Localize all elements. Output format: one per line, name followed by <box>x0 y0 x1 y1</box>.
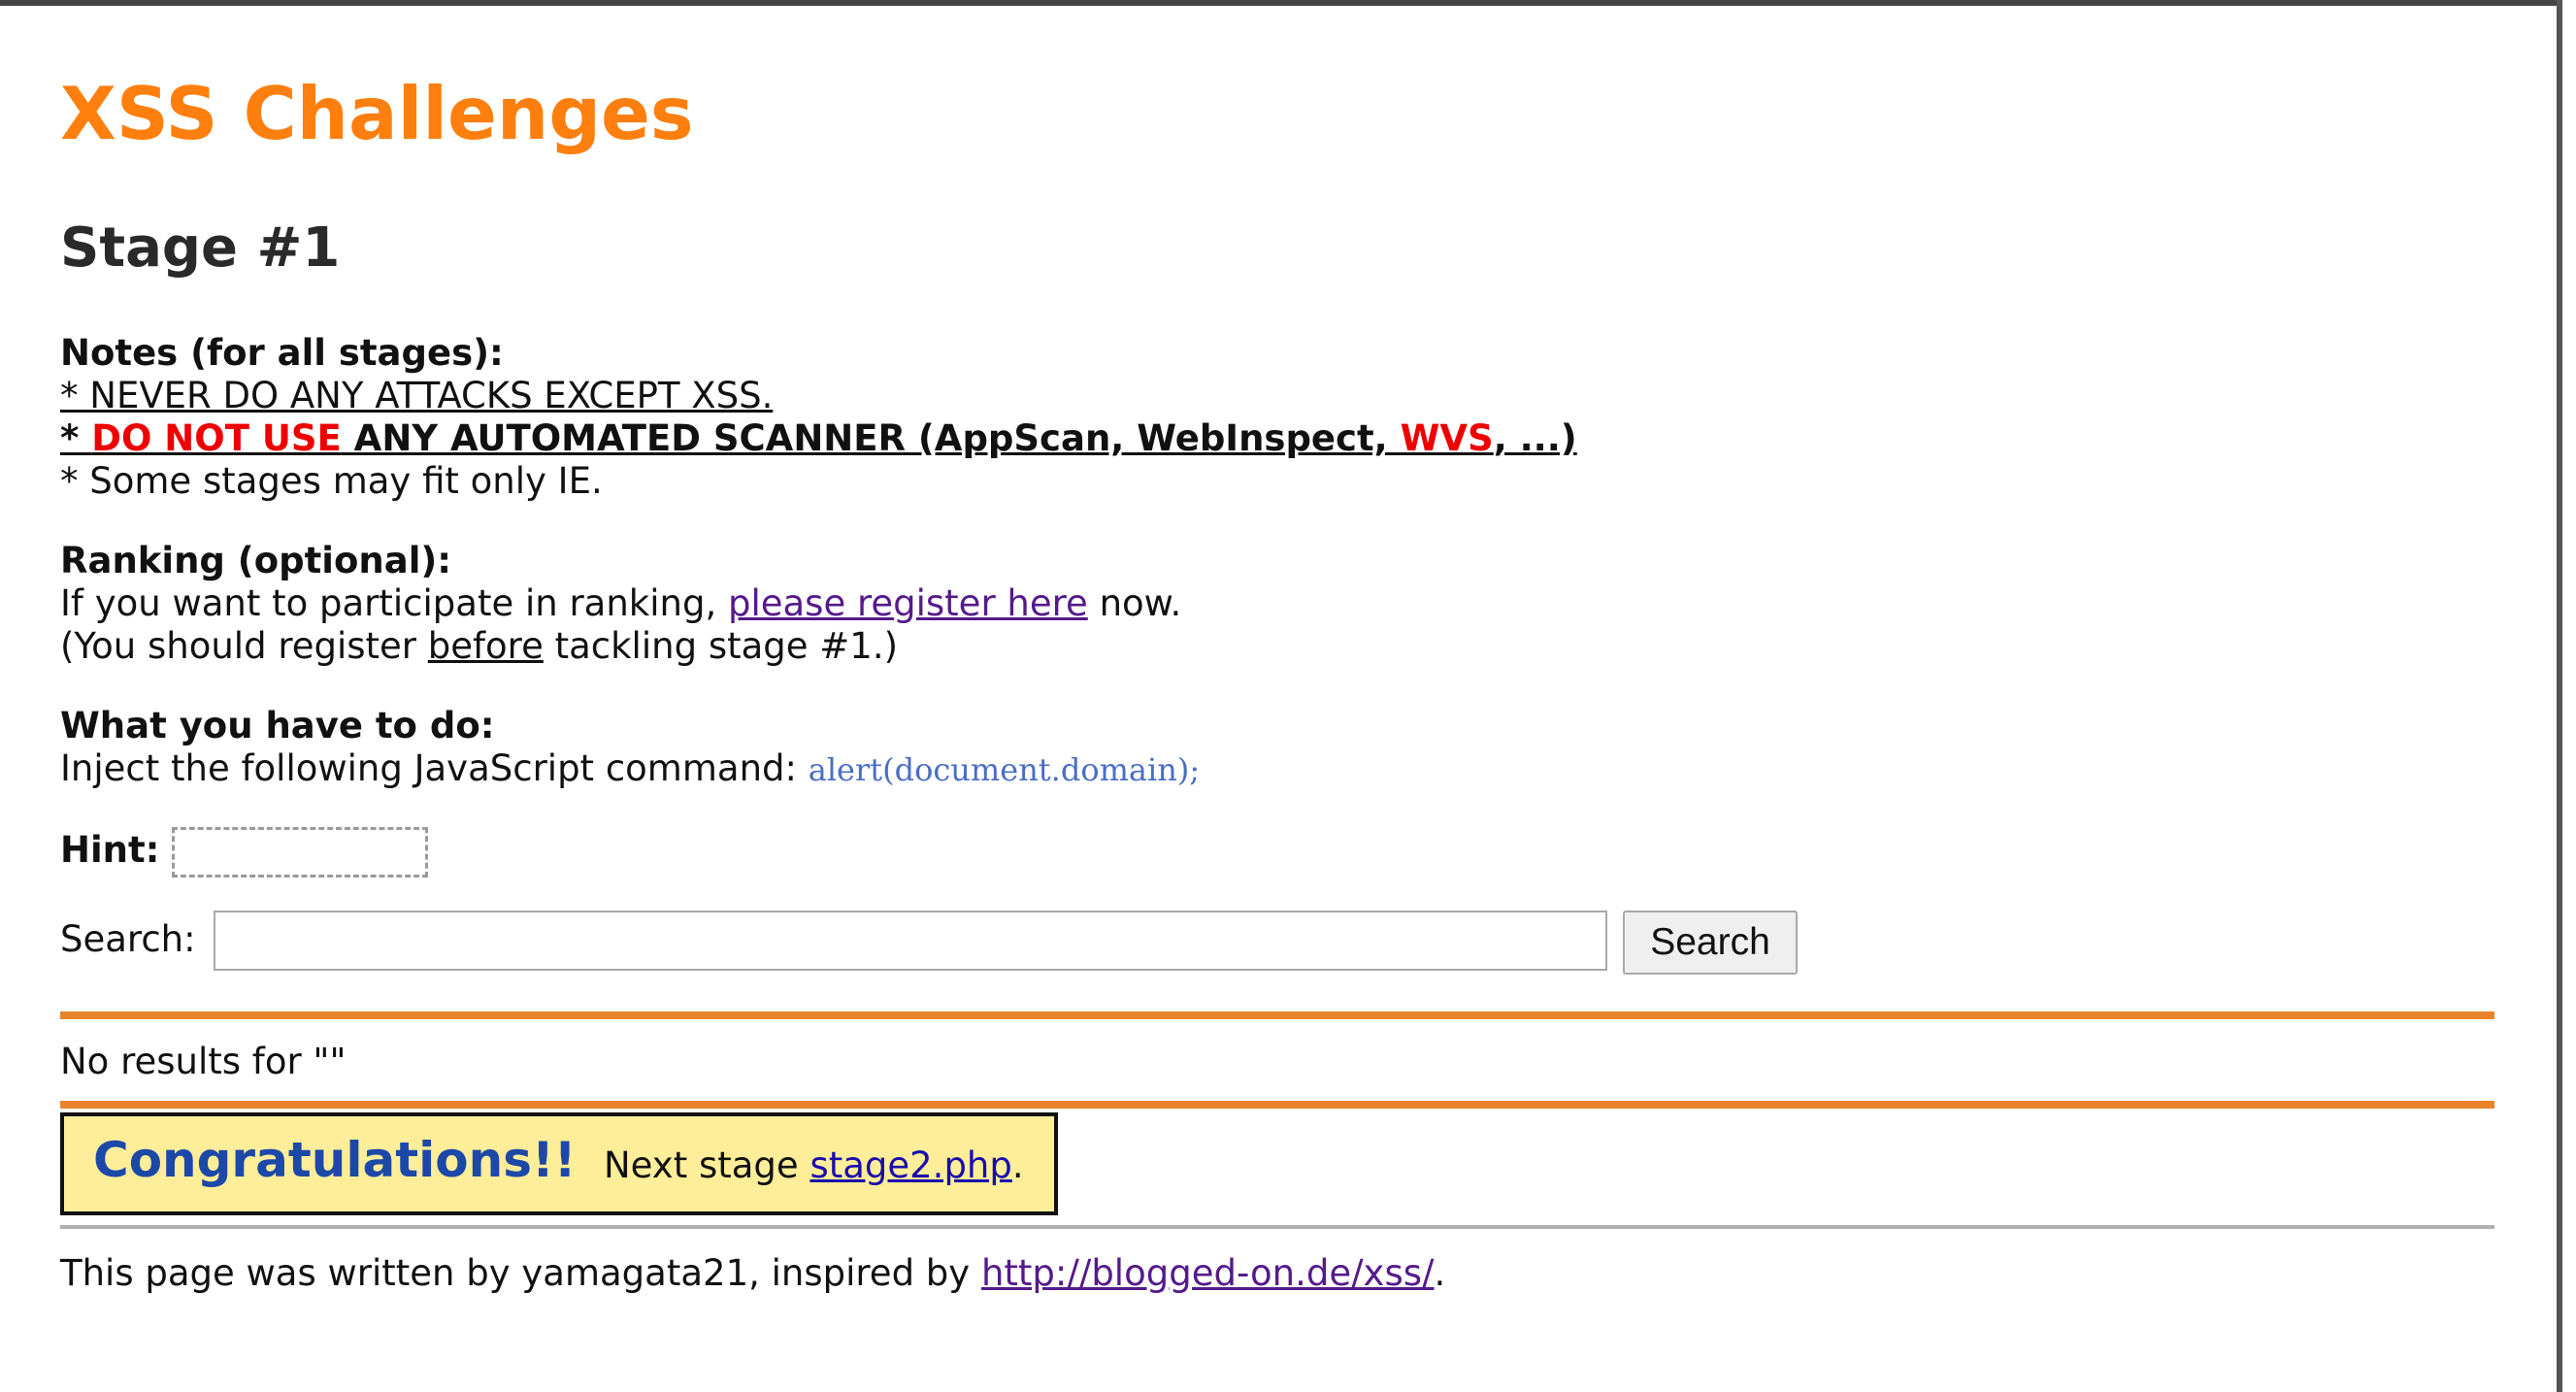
ranking-line2-post: tackling stage #1.) <box>543 625 899 667</box>
ranking-line1-post: now. <box>1087 582 1182 624</box>
task-code: alert(document.domain); <box>808 751 1201 788</box>
congrats-next-post: . <box>1011 1144 1024 1186</box>
page-content: XSS Challenges Stage #1 Notes (for all s… <box>60 0 2506 1392</box>
ranking-line1-pre: If you want to participate in ranking, <box>60 582 728 624</box>
hint-label: Hint: <box>60 829 160 871</box>
notes-star: * <box>60 417 92 459</box>
stage-title: Stage #1 <box>60 216 341 280</box>
task-heading: What you have to do: <box>60 705 495 746</box>
notes-wvs: WVS <box>1400 417 1494 459</box>
congrats-title: Congratulations!! <box>93 1132 577 1188</box>
footer-text: This page was written by yamagata21, ins… <box>60 1252 1445 1295</box>
task-line-pre: Inject the following JavaScript command: <box>60 747 809 789</box>
notes-line-xss-only: * NEVER DO ANY ATTACKS EXCEPT XSS. <box>60 375 774 416</box>
ranking-before: before <box>427 625 544 667</box>
footer-pre: This page was written by yamagata21, ins… <box>60 1252 981 1294</box>
search-button[interactable]: Search <box>1623 911 1798 975</box>
footer-rule <box>60 1225 2494 1229</box>
notes-heading: Notes (for all stages): <box>60 332 504 374</box>
window-right-border <box>2557 0 2562 1392</box>
results-text: No results for "" <box>60 1041 347 1082</box>
next-stage-link[interactable]: stage2.php <box>809 1144 1011 1186</box>
ranking-line2: (You should register before tackling sta… <box>60 625 898 668</box>
task-line: Inject the following JavaScript command:… <box>60 747 1200 791</box>
congrats-next-pre: Next stage <box>604 1144 810 1186</box>
search-label: Search: <box>60 918 196 960</box>
notes-ellipsis: , ...) <box>1493 417 1577 459</box>
results-top-rule <box>60 1011 2494 1019</box>
ranking-line1: If you want to participate in ranking, p… <box>60 582 1181 625</box>
notes-do-not-use: DO NOT USE <box>91 417 342 459</box>
notes-line-no-scanner: * DO NOT USE ANY AUTOMATED SCANNER (AppS… <box>60 417 1577 460</box>
ranking-heading: Ranking (optional): <box>60 540 452 581</box>
notes-line-ie: * Some stages may fit only IE. <box>60 460 603 502</box>
congrats-box: Congratulations!! Next stage stage2.php. <box>60 1112 1058 1215</box>
hint-box[interactable] <box>172 827 428 878</box>
register-link[interactable]: please register here <box>728 582 1088 624</box>
footer-post: . <box>1434 1252 1446 1294</box>
notes-scanner-list: ANY AUTOMATED SCANNER (AppScan, WebInspe… <box>341 417 1401 459</box>
results-bottom-rule <box>60 1101 2494 1109</box>
footer-link[interactable]: http://blogged-on.de/xss/ <box>981 1252 1435 1294</box>
congrats-next: Next stage stage2.php. <box>604 1147 1024 1183</box>
site-title: XSS Challenges <box>60 71 694 156</box>
ranking-line2-pre: (You should register <box>60 625 428 667</box>
search-input[interactable] <box>214 911 1607 971</box>
